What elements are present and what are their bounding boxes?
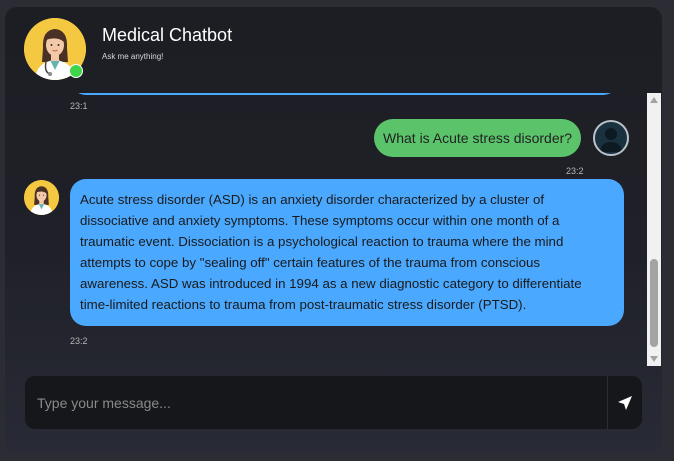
message-timestamp: 23:2 (70, 336, 88, 346)
scrollbar-thumb[interactable] (650, 259, 658, 347)
scroll-up-arrow-icon[interactable] (650, 97, 658, 103)
user-avatar-icon (593, 120, 629, 156)
chat-subtitle: Ask me anything! (102, 52, 164, 61)
bot-message-bubble-previous (70, 93, 619, 95)
message-input[interactable] (25, 376, 605, 429)
scroll-down-arrow-icon[interactable] (650, 356, 658, 362)
message-list: 23:1 What is Acute stress disorder? 23:2 (5, 93, 646, 368)
chat-window: Medical Chatbot Ask me anything! 23:1 Wh… (5, 7, 662, 453)
message-timestamp: 23:2 (566, 166, 584, 176)
paper-plane-icon (618, 395, 632, 410)
chat-header: Medical Chatbot Ask me anything! (5, 7, 662, 87)
online-status-indicator (69, 64, 83, 78)
message-composer (25, 376, 642, 429)
message-timestamp: 23:1 (70, 101, 88, 111)
bot-message-bubble: Acute stress disorder (ASD) is an anxiet… (70, 179, 624, 326)
user-message-bubble: What is Acute stress disorder? (374, 119, 582, 157)
bot-message-avatar (24, 180, 59, 215)
chat-title: Medical Chatbot (102, 25, 233, 45)
send-button[interactable] (607, 376, 642, 429)
doctor-avatar-icon (24, 180, 59, 215)
message-scrollbar[interactable] (647, 93, 661, 366)
